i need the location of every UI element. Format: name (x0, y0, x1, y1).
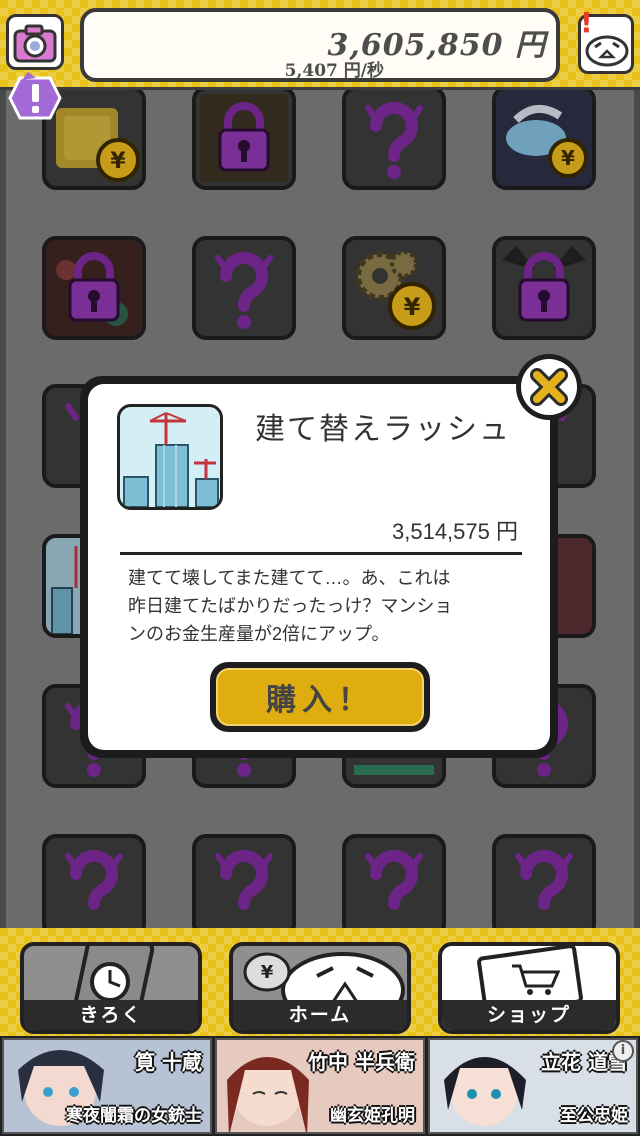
header-bar: 3,605,850 円 5,407 円/秒 (0, 0, 640, 90)
nav-records-label: きろく (24, 1000, 198, 1030)
camera-icon (13, 24, 57, 63)
camera-button[interactable] (6, 14, 64, 70)
item-building-icon (117, 404, 223, 510)
description-line: 建てて壊してまた建てて…。あ、これは (128, 568, 451, 588)
ad-banner[interactable]: 筧 十蔵 寒夜闇霜の女銃士 竹中 半兵衛 幽玄姫孔明 立花 道雪 至公忠姫 i (0, 1036, 640, 1136)
item-name: 建て替えラッシュ (255, 413, 511, 446)
divider (120, 552, 522, 555)
money-panel: 3,605,850 円 5,407 円/秒 (80, 8, 560, 82)
clock-phone-icon (73, 946, 155, 1006)
item-description: 建てて壊してまた建てて…。あ、これは 昨日建てたばかりだったっけ？マンショ ンの… (128, 564, 518, 648)
cart-laptop-icon (477, 946, 583, 1006)
info-icon[interactable]: i (612, 1040, 634, 1062)
banner-character-name: 竹中 半兵衛 (308, 1050, 415, 1074)
mascot-money-icon: ¥ (243, 952, 405, 1006)
description-line: ンのお金生産量が2倍にアップ。 (128, 624, 390, 644)
close-button[interactable] (516, 354, 582, 420)
banner-card[interactable]: 筧 十蔵 寒夜闇霜の女銃士 (2, 1038, 212, 1134)
bottom-nav: きろく ¥ ホーム ショップ (0, 928, 640, 1036)
camera-alert-icon[interactable] (8, 72, 62, 122)
banner-character-name: 筧 十蔵 (135, 1050, 202, 1074)
nav-home-label: ホーム (233, 1000, 407, 1030)
banner-character-title: 幽玄姫孔明 (330, 1106, 415, 1126)
buy-button[interactable]: 購入！ (210, 662, 430, 732)
banner-character-title: 至公忠姫 (560, 1106, 628, 1126)
buy-button-label: 購入！ (216, 668, 424, 726)
purchase-dialog: 建て替えラッシュ 3,514,575 円 建てて壊してまた建てて…。あ、これは … (80, 376, 558, 758)
alert-exclamation-icon: ! (580, 6, 593, 39)
item-price: 3,514,575 円 (392, 519, 518, 544)
nav-records-button[interactable]: きろく (20, 942, 202, 1034)
banner-card[interactable]: 竹中 半兵衛 幽玄姫孔明 (215, 1038, 425, 1134)
nav-home-button[interactable]: ¥ ホーム (229, 942, 411, 1034)
close-icon (530, 368, 568, 406)
banner-character-title: 寒夜闇霜の女銃士 (66, 1106, 202, 1126)
nav-shop-button[interactable]: ショップ (438, 942, 620, 1034)
banner-card[interactable]: 立花 道雪 至公忠姫 (428, 1038, 638, 1134)
nav-shop-label: ショップ (442, 1000, 616, 1030)
description-line: 昨日建てたばかりだったっけ？マンショ (128, 596, 453, 616)
svg-text:¥: ¥ (261, 962, 274, 983)
income-rate: 5,407 円/秒 (284, 61, 384, 81)
dialog-body: 建て替えラッシュ 3,514,575 円 建てて壊してまた建てて…。あ、これは … (88, 384, 550, 750)
